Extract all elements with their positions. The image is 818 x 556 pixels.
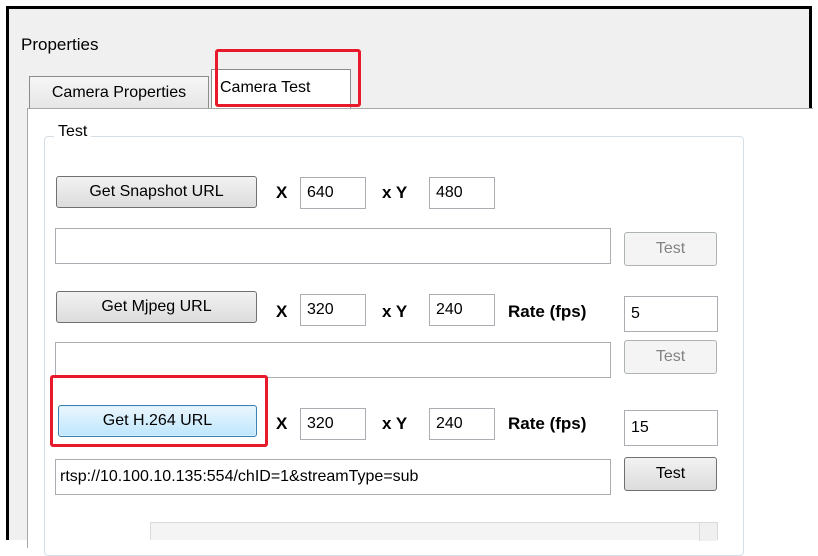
mjpeg-x-input[interactable]: 320 — [300, 294, 366, 326]
mjpeg-y-input[interactable]: 240 — [429, 294, 495, 326]
mjpeg-x-label: X — [276, 302, 288, 321]
mjpeg-y-label: x Y — [382, 302, 408, 321]
snapshot-y-input[interactable]: 480 — [429, 177, 495, 209]
h264-y-label: x Y — [382, 414, 408, 433]
window-title: Properties — [21, 35, 99, 54]
title-bar — [9, 9, 809, 31]
snapshot-x-label: X — [276, 183, 288, 202]
tab-camera-properties[interactable]: Camera Properties — [29, 76, 209, 108]
h264-y-input[interactable]: 240 — [429, 408, 495, 440]
h264-rate-label: Rate (fps) — [508, 414, 587, 433]
h264-x-label: X — [276, 414, 288, 433]
mjpeg-rate-input[interactable]: 5 — [624, 296, 718, 332]
h264-rate-input[interactable]: 15 — [624, 410, 718, 446]
test-group-title: Test — [54, 123, 92, 141]
tab-camera-test[interactable]: Camera Test — [211, 69, 351, 109]
get-snapshot-url-button[interactable]: Get Snapshot URL — [56, 176, 257, 208]
scrollbar[interactable] — [699, 523, 717, 541]
get-mjpeg-url-button[interactable]: Get Mjpeg URL — [56, 291, 257, 323]
h264-x-input[interactable]: 320 — [300, 408, 366, 440]
snapshot-y-label: x Y — [382, 183, 408, 202]
mjpeg-test-button[interactable]: Test — [624, 340, 717, 374]
h264-test-button[interactable]: Test — [624, 457, 717, 491]
h264-url-field[interactable]: rtsp://10.100.10.135:554/chID=1&streamTy… — [55, 459, 611, 495]
snapshot-url-field[interactable] — [55, 228, 611, 264]
get-h264-url-button[interactable]: Get H.264 URL — [58, 405, 257, 437]
partial-list-box — [150, 522, 718, 541]
mjpeg-url-field[interactable] — [55, 342, 611, 378]
mjpeg-rate-label: Rate (fps) — [508, 302, 587, 321]
snapshot-x-input[interactable]: 640 — [300, 177, 366, 209]
snapshot-test-button[interactable]: Test — [624, 232, 717, 266]
